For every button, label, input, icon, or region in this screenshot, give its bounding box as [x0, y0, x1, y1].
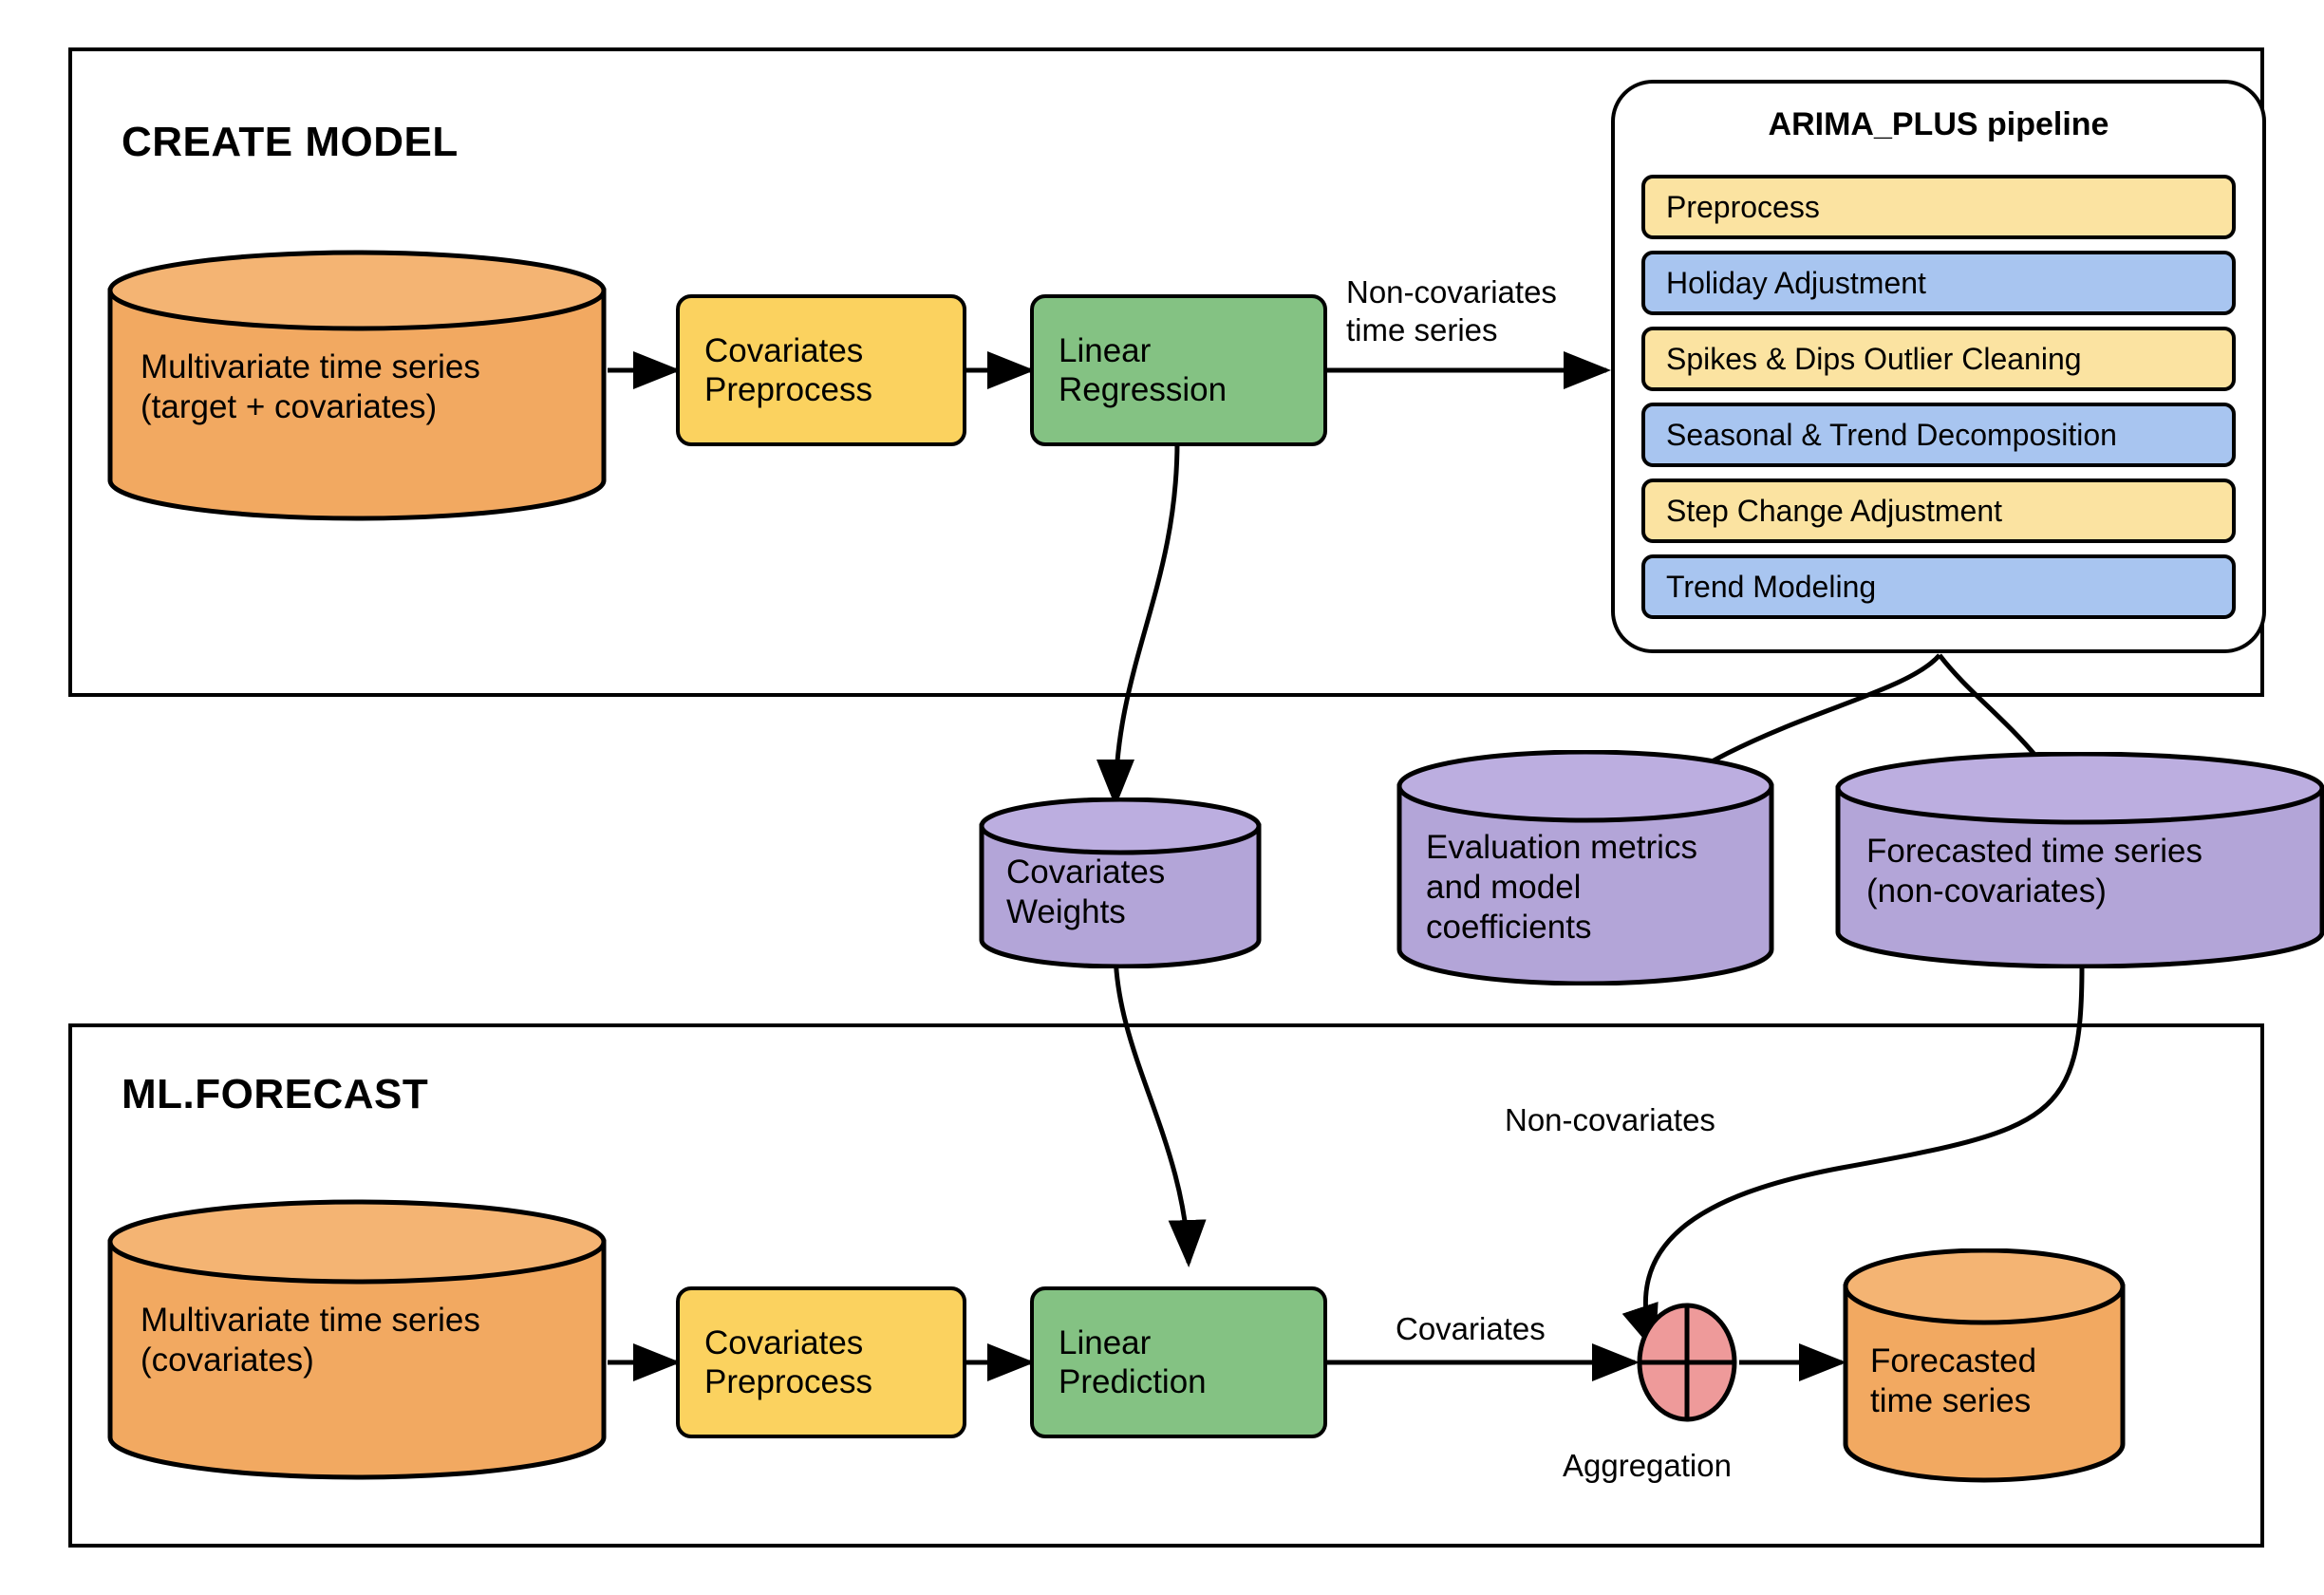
cylinder-label: Multivariate time series (covariates): [106, 1301, 608, 1380]
box-label: Linear Prediction: [1059, 1323, 1207, 1402]
edge-label-text: Non-covariates: [1505, 1102, 1715, 1137]
box-label-line1: Linear: [1059, 331, 1152, 369]
pipeline-step-label: Trend Modeling: [1666, 569, 1877, 604]
box-label-line2: Preprocess: [704, 371, 873, 408]
cylinder-label-line3: coefficients: [1426, 909, 1592, 946]
box-covariates-preprocess-train[interactable]: Covariates Preprocess: [676, 294, 966, 446]
node-aggregation-label: Aggregation: [1563, 1448, 1732, 1483]
pipeline-step-label: Spikes & Dips Outlier Cleaning: [1666, 341, 2082, 376]
box-label: Covariates Preprocess: [704, 1323, 872, 1402]
section-title-create-model: CREATE MODEL: [122, 119, 459, 165]
box-label-line1: Covariates: [704, 1323, 864, 1361]
cylinder-label-line1: Covariates: [1006, 854, 1166, 891]
cylinder-forecasted-non-covariates: Forecasted time series (non-covariates): [1834, 752, 2324, 968]
cylinder-label: Forecasted time series: [1842, 1342, 2127, 1421]
cylinder-multivariate-input-forecast: Multivariate time series (covariates): [106, 1198, 608, 1481]
edge-label-non-covariates: Non-covariates: [1505, 1101, 1715, 1139]
pipeline-step-label: Seasonal & Trend Decomposition: [1666, 417, 2117, 452]
cylinder-label-line1: Evaluation metrics: [1426, 829, 1697, 866]
node-aggregation: [1635, 1301, 1739, 1424]
section-title-ml-forecast: ML.FORECAST: [122, 1071, 429, 1117]
pipeline-step-holiday-adjustment[interactable]: Holiday Adjustment: [1641, 251, 2236, 315]
box-label-line1: Linear: [1059, 1323, 1152, 1361]
cylinder-label-line2: (covariates): [141, 1342, 314, 1379]
edge-label-text: Covariates: [1396, 1311, 1546, 1346]
cylinder-label-line2: (non-covariates): [1866, 873, 2107, 910]
cylinder-covariates-weights: Covariates Weights: [978, 798, 1263, 968]
aggregation-shape: [1637, 1303, 1737, 1422]
cylinder-label-line1: Forecasted: [1870, 1342, 2037, 1379]
edge-label-covariates: Covariates: [1396, 1310, 1546, 1348]
box-label-line2: Prediction: [1059, 1363, 1207, 1400]
box-label: Covariates Preprocess: [704, 331, 872, 410]
box-linear-prediction[interactable]: Linear Prediction: [1030, 1286, 1327, 1438]
cylinder-label-line1: Multivariate time series: [141, 348, 480, 385]
cylinder-forecasted-time-series: Forecasted time series: [1842, 1248, 2127, 1484]
box-covariates-preprocess-forecast[interactable]: Covariates Preprocess: [676, 1286, 966, 1438]
diagram-canvas: CREATE MODEL Multivariate time series (t…: [0, 0, 2324, 1595]
pipeline-step-step-change-adjustment[interactable]: Step Change Adjustment: [1641, 478, 2236, 543]
pipeline-step-label: Step Change Adjustment: [1666, 493, 2003, 528]
cylinder-label-line2: and model: [1426, 869, 1582, 906]
edge-label-line1: Non-covariates: [1346, 274, 1557, 310]
pipeline-step-label: Holiday Adjustment: [1666, 265, 1926, 300]
box-label-line2: Preprocess: [704, 1363, 873, 1400]
cylinder-evaluation-metrics: Evaluation metrics and model coefficient…: [1396, 750, 1775, 985]
edge-label-non-covariates-time-series: Non-covariates time series: [1346, 273, 1557, 348]
pipeline-step-seasonal-trend-decomposition[interactable]: Seasonal & Trend Decomposition: [1641, 403, 2236, 467]
cylinder-label-line1: Forecasted time series: [1866, 833, 2203, 870]
pipeline-title: ARIMA_PLUS pipeline: [1768, 106, 2109, 142]
pipeline-step-trend-modeling[interactable]: Trend Modeling: [1641, 554, 2236, 619]
cylinder-multivariate-input-train: Multivariate time series (target + covar…: [106, 249, 608, 522]
cylinder-label: Forecasted time series (non-covariates): [1834, 832, 2324, 911]
cylinder-label: Evaluation metrics and model coefficient…: [1396, 828, 1775, 948]
box-label-line2: Regression: [1059, 371, 1228, 408]
box-label-line1: Covariates: [704, 331, 864, 369]
cylinder-label-line1: Multivariate time series: [141, 1302, 480, 1339]
edge-label-line2: time series: [1346, 311, 1498, 347]
cylinder-label-line2: (target + covariates): [141, 388, 438, 425]
pipeline-step-label: Preprocess: [1666, 189, 1820, 224]
pipeline-arima-plus: ARIMA_PLUS pipeline Preprocess Holiday A…: [1611, 80, 2266, 653]
pipeline-step-preprocess[interactable]: Preprocess: [1641, 175, 2236, 239]
box-linear-regression[interactable]: Linear Regression: [1030, 294, 1327, 446]
cylinder-label: Covariates Weights: [978, 853, 1263, 932]
cylinder-label: Multivariate time series (target + covar…: [106, 347, 608, 427]
cylinder-label-line2: Weights: [1006, 893, 1126, 930]
box-label: Linear Regression: [1059, 331, 1227, 410]
cylinder-label-line2: time series: [1870, 1382, 2032, 1419]
pipeline-step-spikes-dips-outlier-cleaning[interactable]: Spikes & Dips Outlier Cleaning: [1641, 327, 2236, 391]
